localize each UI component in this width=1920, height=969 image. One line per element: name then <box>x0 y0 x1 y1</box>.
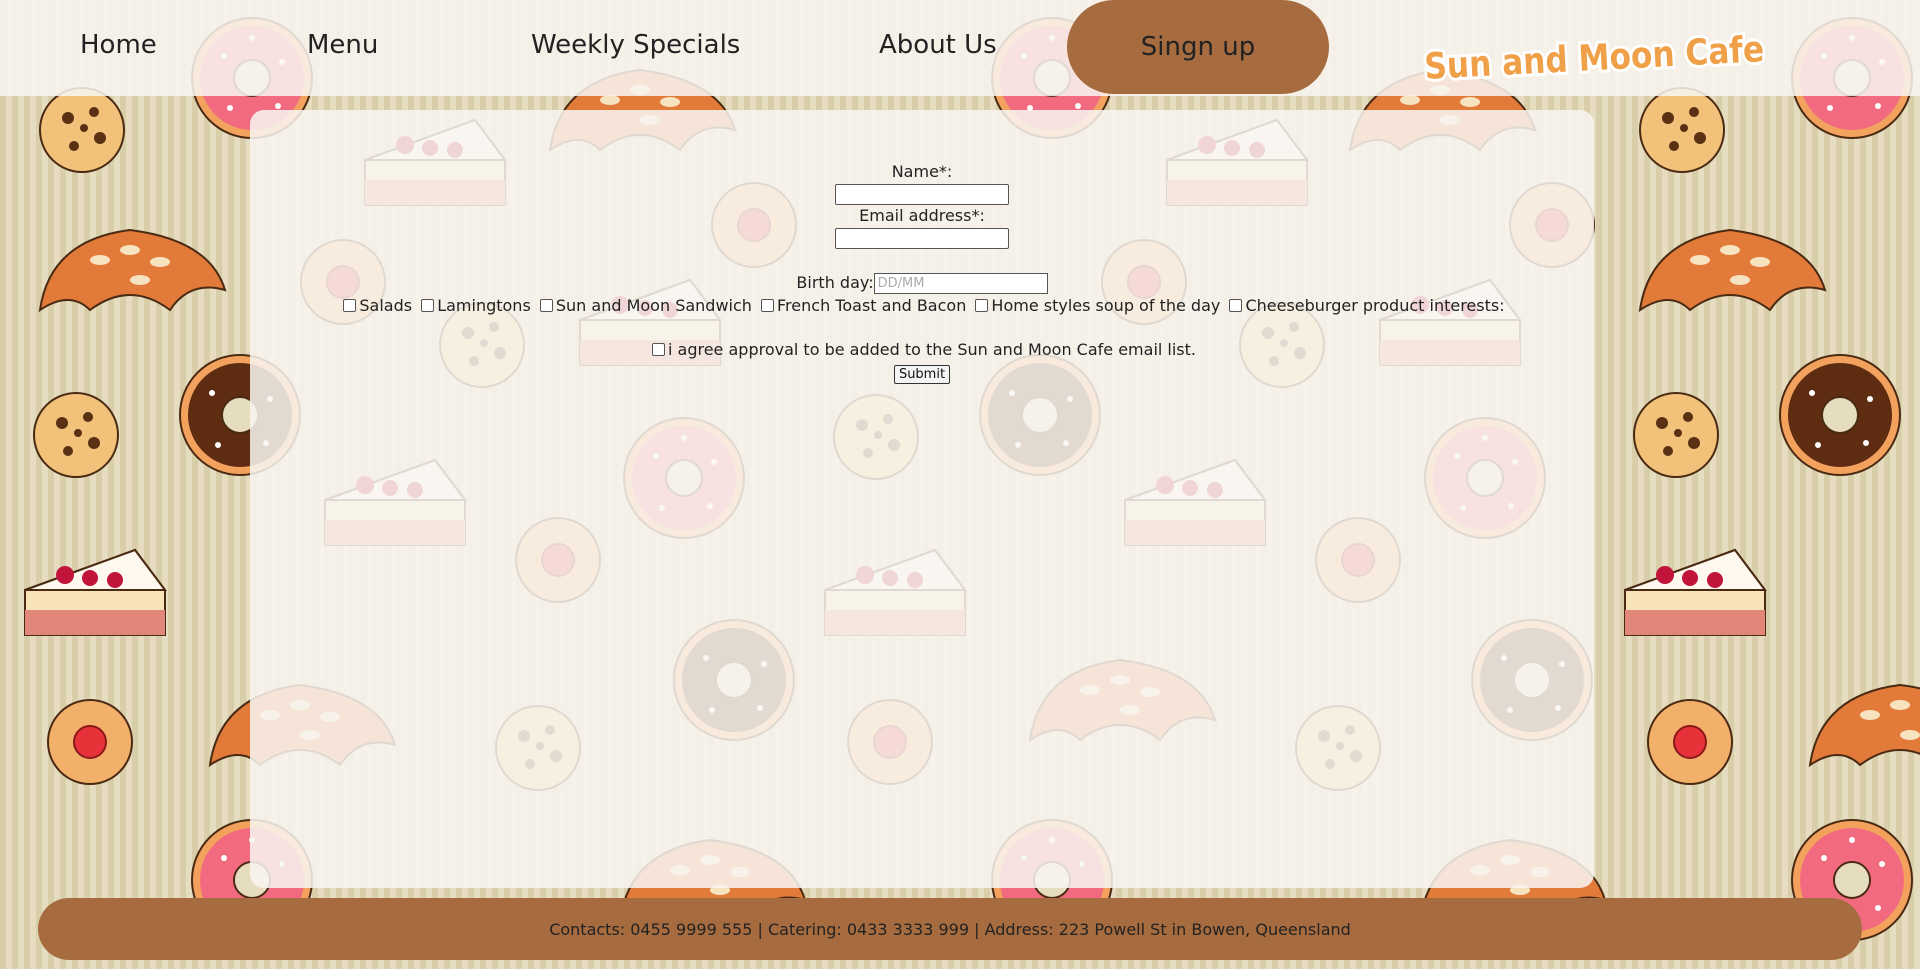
cafe-logo[interactable]: Sun and Moon Cafe <box>1420 24 1770 84</box>
signup-form: Name*: Email address*: Birth day: Salads… <box>250 162 1594 384</box>
footer-contact-text: Contacts: 0455 9999 555 | Catering: 0433… <box>549 919 1351 939</box>
signup-panel: Name*: Email address*: Birth day: Salads… <box>250 110 1594 888</box>
email-label: Email address*: <box>859 206 985 225</box>
birthday-input[interactable] <box>873 273 1048 294</box>
email-input[interactable] <box>835 228 1009 249</box>
nav-menu-link[interactable]: Menu <box>307 30 378 60</box>
contact-footer: Contacts: 0455 9999 555 | Catering: 0433… <box>38 898 1862 960</box>
interest-lamingtons-checkbox[interactable] <box>421 299 435 312</box>
logo-wordmark: Sun and Moon Cafe <box>1423 29 1765 84</box>
name-input[interactable] <box>835 184 1009 205</box>
top-navigation-bar: Home Menu Weekly Specials About Us Singn… <box>0 0 1920 96</box>
agree-row: i agree approval to be added to the Sun … <box>250 338 1594 362</box>
submit-button[interactable]: Submit <box>893 365 951 384</box>
interest-salads-checkbox[interactable] <box>343 299 357 312</box>
interest-french-toast-label: French Toast and Bacon <box>777 296 967 315</box>
interests-row: Salads Lamingtons Sun and Moon Sandwich … <box>250 294 1594 318</box>
interest-cheeseburger-checkbox[interactable] <box>1229 299 1243 312</box>
interest-french-toast-checkbox[interactable] <box>761 299 775 312</box>
interest-soup-label: Home styles soup of the day <box>991 296 1221 315</box>
interest-cheeseburger-label: Cheeseburger product interests: <box>1245 296 1505 315</box>
agree-email-list-checkbox[interactable] <box>651 343 665 356</box>
signup-button[interactable]: Singn up <box>1067 0 1329 94</box>
interest-sandwich-checkbox[interactable] <box>539 299 553 312</box>
interest-soup-checkbox[interactable] <box>975 299 989 312</box>
name-label: Name*: <box>891 162 953 181</box>
interest-salads-label: Salads <box>359 296 413 315</box>
interest-sandwich-label: Sun and Moon Sandwich <box>555 296 752 315</box>
agree-email-list-label: i agree approval to be added to the Sun … <box>667 340 1196 359</box>
nav-weekly-specials-link[interactable]: Weekly Specials <box>531 30 740 60</box>
birthday-label: Birth day: <box>796 273 874 292</box>
interest-lamingtons-label: Lamingtons <box>437 296 531 315</box>
nav-home-link[interactable]: Home <box>80 30 157 60</box>
nav-about-us-link[interactable]: About Us <box>879 30 997 60</box>
